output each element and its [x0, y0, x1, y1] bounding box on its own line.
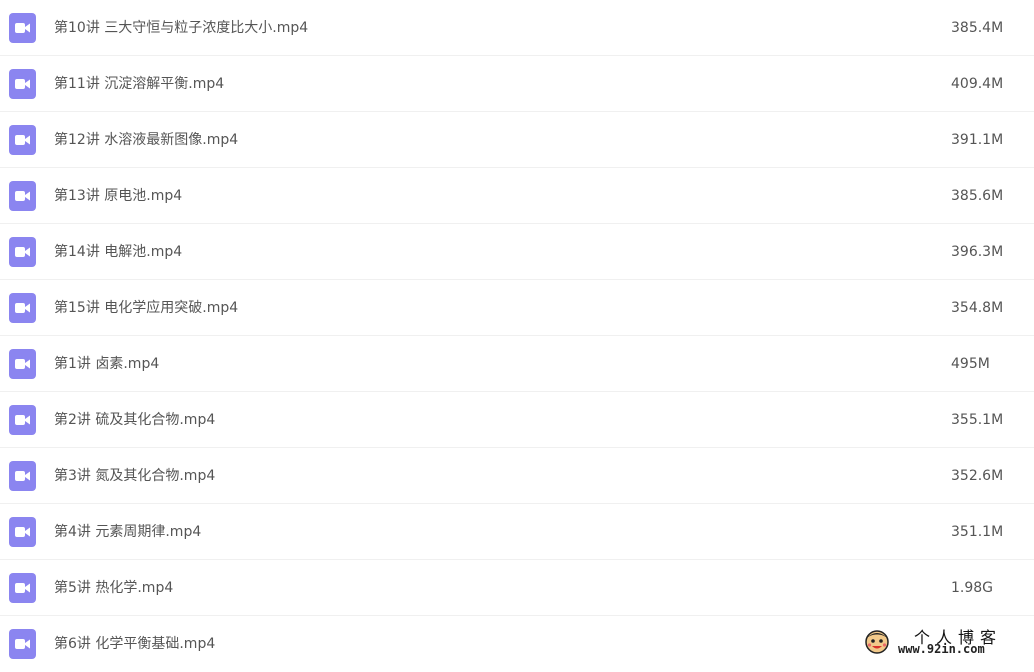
file-row[interactable]: 第13讲 原电池.mp4 385.6M: [0, 168, 1034, 224]
file-row[interactable]: 第1讲 卤素.mp4 495M: [0, 336, 1034, 392]
video-file-icon: [9, 13, 36, 43]
file-row[interactable]: 第12讲 水溶液最新图像.mp4 391.1M: [0, 112, 1034, 168]
video-file-icon: [9, 181, 36, 211]
video-file-icon: [9, 125, 36, 155]
file-size: 409.4M: [951, 76, 1004, 92]
file-name[interactable]: 第5讲 热化学.mp4: [54, 560, 173, 616]
file-name[interactable]: 第1讲 卤素.mp4: [54, 336, 159, 392]
video-file-icon: [9, 293, 36, 323]
file-row[interactable]: 第15讲 电化学应用突破.mp4 354.8M: [0, 280, 1034, 336]
file-size: 385.4M: [951, 20, 1004, 36]
file-size: 355.1M: [951, 412, 1004, 428]
file-name[interactable]: 第4讲 元素周期律.mp4: [54, 504, 201, 560]
video-file-icon: [9, 629, 36, 659]
file-name[interactable]: 第12讲 水溶液最新图像.mp4: [54, 112, 238, 168]
file-size: 396.3M: [951, 244, 1004, 260]
blog-watermark: 个人博客 www.92in.com: [860, 622, 1030, 660]
file-size: 352.6M: [951, 468, 1004, 484]
file-row[interactable]: 第14讲 电解池.mp4 396.3M: [0, 224, 1034, 280]
file-name[interactable]: 第3讲 氮及其化合物.mp4: [54, 448, 215, 504]
video-file-icon: [9, 237, 36, 267]
file-size: 1.98G: [951, 580, 994, 596]
watermark-url: www.92in.com: [898, 642, 985, 656]
video-file-icon: [9, 461, 36, 491]
file-size: 495M: [951, 356, 990, 372]
video-file-icon: [9, 405, 36, 435]
file-row[interactable]: 第11讲 沉淀溶解平衡.mp4 409.4M: [0, 56, 1034, 112]
file-name[interactable]: 第13讲 原电池.mp4: [54, 168, 182, 224]
file-name[interactable]: 第2讲 硫及其化合物.mp4: [54, 392, 215, 448]
file-name[interactable]: 第14讲 电解池.mp4: [54, 224, 182, 280]
video-file-icon: [9, 517, 36, 547]
file-size: 385.6M: [951, 188, 1004, 204]
file-row[interactable]: 第4讲 元素周期律.mp4 351.1M: [0, 504, 1034, 560]
video-file-icon: [9, 69, 36, 99]
file-list: 第10讲 三大守恒与粒子浓度比大小.mp4 385.4M 第11讲 沉淀溶解平衡…: [0, 0, 1034, 662]
file-name[interactable]: 第11讲 沉淀溶解平衡.mp4: [54, 56, 224, 112]
file-row[interactable]: 第10讲 三大守恒与粒子浓度比大小.mp4 385.4M: [0, 0, 1034, 56]
cartoon-face-logo: [864, 628, 890, 654]
file-row[interactable]: 第5讲 热化学.mp4 1.98G: [0, 560, 1034, 616]
file-name[interactable]: 第15讲 电化学应用突破.mp4: [54, 280, 238, 336]
file-row[interactable]: 第2讲 硫及其化合物.mp4 355.1M: [0, 392, 1034, 448]
file-size: 391.1M: [951, 132, 1004, 148]
file-size: 351.1M: [951, 524, 1004, 540]
file-name[interactable]: 第10讲 三大守恒与粒子浓度比大小.mp4: [54, 0, 308, 56]
file-name[interactable]: 第6讲 化学平衡基础.mp4: [54, 616, 215, 672]
video-file-icon: [9, 573, 36, 603]
file-row[interactable]: 第3讲 氮及其化合物.mp4 352.6M: [0, 448, 1034, 504]
video-file-icon: [9, 349, 36, 379]
file-size: 354.8M: [951, 300, 1004, 316]
